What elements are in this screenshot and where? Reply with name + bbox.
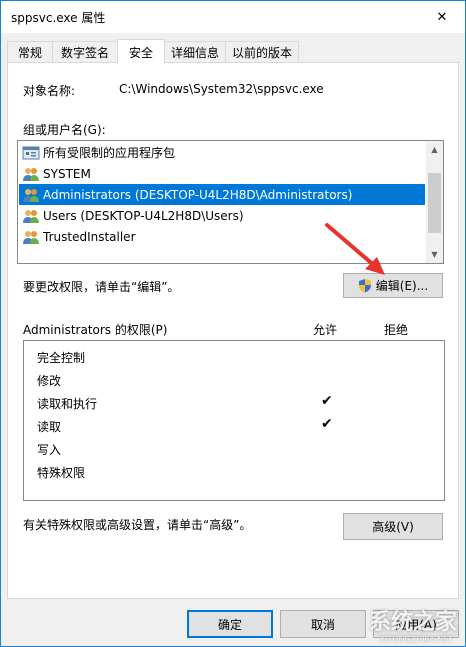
scroll-up-icon[interactable]: ▲ — [426, 141, 443, 158]
advanced-button[interactable]: 高级(V) — [343, 513, 443, 540]
tab-previous-versions[interactable]: 以前的版本 — [225, 41, 299, 63]
tab-general[interactable]: 常规 — [7, 41, 53, 63]
permission-read: 读取 — [37, 420, 62, 434]
list-scrollbar[interactable]: ▲ ▼ — [426, 141, 443, 263]
users-icon — [22, 208, 40, 224]
deny-column-header: 拒绝 — [384, 323, 409, 337]
title-bar: sppsvc.exe 属性 ✕ — [1, 1, 465, 33]
window-title: sppsvc.exe 属性 — [11, 11, 106, 25]
allow-read-execute-check-icon: ✔ — [321, 393, 333, 409]
permission-modify: 修改 — [37, 374, 62, 388]
permission-special: 特殊权限 — [37, 466, 86, 480]
tab-details[interactable]: 详细信息 — [164, 41, 226, 63]
change-permissions-hint: 要更改权限，请单击“编辑”。 — [23, 280, 180, 294]
permissions-header: Administrators 的权限(P) — [23, 323, 168, 337]
cancel-button[interactable]: 取消 — [280, 610, 366, 638]
annotation-arrow-icon — [325, 223, 385, 275]
ok-button[interactable]: 确定 — [187, 610, 273, 638]
permission-write: 写入 — [37, 443, 62, 457]
principal-name: SYSTEM — [43, 166, 91, 181]
users-icon — [22, 229, 40, 245]
users-icon — [22, 187, 40, 203]
scroll-thumb[interactable] — [428, 173, 441, 233]
shield-icon — [358, 278, 372, 293]
principal-name: TrustedInstaller — [43, 229, 136, 244]
close-icon: ✕ — [436, 9, 448, 25]
list-item[interactable]: SYSTEM — [19, 163, 425, 184]
permission-full-control: 完全控制 — [37, 351, 86, 365]
app-package-icon — [22, 145, 40, 161]
list-item[interactable]: 所有受限制的应用程序包 — [19, 142, 425, 163]
tab-digital-signatures[interactable]: 数字签名 — [52, 41, 118, 63]
scroll-down-icon[interactable]: ▼ — [426, 246, 443, 263]
permission-read-execute: 读取和执行 — [37, 397, 98, 411]
permissions-list[interactable]: 完全控制 修改 读取和执行 读取 写入 特殊权限 ✔ ✔ — [23, 340, 445, 501]
tab-security[interactable]: 安全 — [117, 39, 165, 64]
object-name-label: 对象名称: — [23, 84, 76, 98]
principal-name: Users (DESKTOP-U4L2H8D\Users) — [43, 208, 244, 223]
list-item-selected[interactable]: Administrators (DESKTOP-U4L2H8D\Administ… — [19, 184, 425, 205]
principal-name: Administrators (DESKTOP-U4L2H8D\Administ… — [43, 187, 353, 202]
close-button[interactable]: ✕ — [419, 1, 465, 33]
watermark-logo: 系统之家 — [368, 610, 457, 635]
object-name-value: C:\Windows\System32\sppsvc.exe — [119, 82, 324, 96]
allow-read-check-icon: ✔ — [321, 416, 333, 432]
watermark-url: XITONGZHIJIA.NET — [379, 635, 453, 644]
advanced-hint: 有关特殊权限或高级设置，请单击“高级”。 — [23, 518, 252, 532]
properties-window: sppsvc.exe 属性 ✕ 常规 数字签名 安全 详细信息 以前的版本 对象… — [0, 0, 466, 647]
allow-column-header: 允许 — [313, 323, 338, 337]
edit-button-label: 编辑(E)... — [375, 279, 429, 293]
principal-name: 所有受限制的应用程序包 — [43, 146, 176, 160]
group-or-user-label: 组或用户名(G): — [23, 123, 106, 137]
users-icon — [22, 166, 40, 182]
